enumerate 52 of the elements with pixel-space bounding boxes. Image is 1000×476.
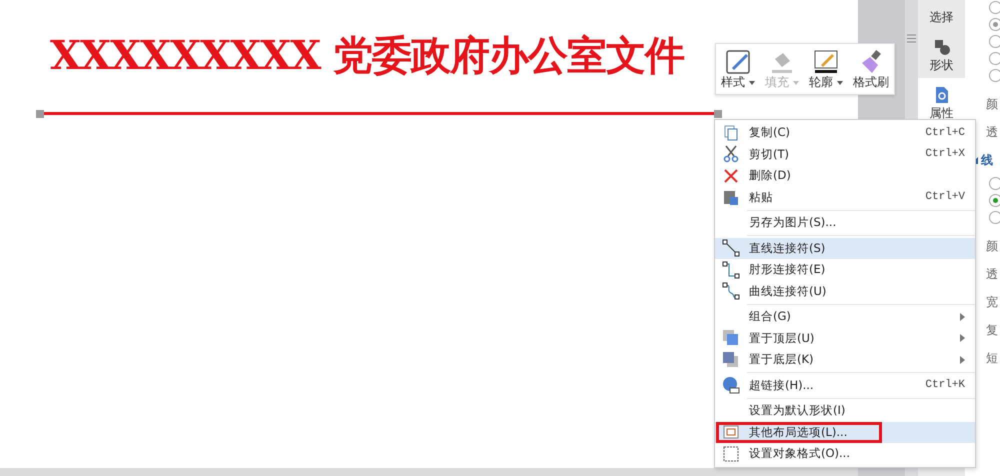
radio-button[interactable]	[989, 177, 1000, 190]
radio-button[interactable]	[989, 52, 1000, 65]
radio-button[interactable]	[989, 194, 1000, 207]
menu-item[interactable]: 其他布局选项(L)...	[715, 422, 975, 443]
toolbar-button[interactable]: 轮廓	[806, 48, 845, 90]
style-icon	[724, 48, 751, 75]
menu-item[interactable]: 置于顶层(U)	[715, 328, 975, 349]
menu-item[interactable]: 曲线连接符(U)	[715, 280, 975, 302]
selection-handle[interactable]	[36, 110, 44, 118]
menu-item[interactable]: 设置对象格式(O)...	[715, 443, 975, 464]
menu-item[interactable]: 置于底层(K)	[715, 349, 975, 370]
shapes-icon	[932, 38, 950, 56]
drag-handle-icon[interactable]	[907, 34, 916, 44]
toolbar-button[interactable]: 格式刷	[850, 48, 891, 90]
elbow-connector-icon	[721, 260, 741, 280]
radio-button[interactable]	[989, 35, 1000, 48]
scissors-icon	[721, 144, 741, 164]
straight-connector-icon	[721, 238, 741, 258]
menu-item[interactable]: 粘贴 Ctrl+V	[715, 186, 975, 208]
menu-item[interactable]: 肘形连接符(E)	[715, 259, 975, 280]
property-label: 复	[986, 322, 999, 339]
menu-item[interactable]: 组合(G)	[715, 306, 975, 328]
property-label: 透	[986, 124, 999, 141]
radio-button[interactable]	[989, 1, 1000, 14]
menu-item[interactable]: 超链接(H)... Ctrl+K	[715, 374, 975, 396]
radio-button[interactable]	[989, 211, 1000, 224]
submenu-arrow-icon	[960, 312, 965, 321]
submenu-arrow-icon	[960, 356, 965, 364]
menu-item[interactable]: 设置为默认形状(I)	[715, 400, 975, 422]
caret-icon	[836, 80, 843, 85]
menu-item[interactable]: 直线连接符(S)	[715, 238, 975, 259]
caret-icon	[748, 80, 755, 85]
pencil-icon	[812, 48, 839, 75]
document-heading: XXXXXXXXX 党委政府办公室文件	[50, 36, 684, 76]
globe-link-icon	[721, 375, 741, 396]
property-label: 颜	[986, 238, 999, 255]
radio-button[interactable]	[989, 18, 1000, 31]
format-icon	[721, 444, 741, 464]
caret-icon	[792, 80, 799, 85]
property-label: 短	[986, 350, 999, 367]
send-back-icon	[721, 350, 741, 370]
property-label: 颜	[986, 96, 999, 113]
side-tab[interactable]: 选择	[918, 0, 965, 30]
selection-handle[interactable]	[714, 110, 722, 118]
submenu-arrow-icon	[960, 334, 965, 342]
curved-connector-icon	[721, 281, 741, 302]
property-label: 透	[986, 266, 999, 283]
menu-item[interactable]: 另存为图片(S)...	[715, 212, 975, 234]
radio-button[interactable]	[989, 69, 1000, 82]
toolbar-button[interactable]: 样式	[719, 48, 757, 90]
side-tab[interactable]: 形状	[918, 30, 965, 78]
property-label: 宽	[986, 294, 999, 311]
